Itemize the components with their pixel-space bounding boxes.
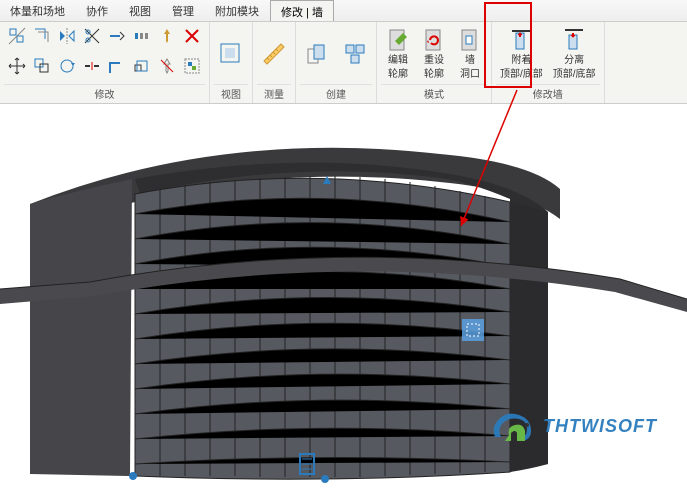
panel-measure: 测量 bbox=[253, 22, 296, 103]
trim-icon[interactable] bbox=[81, 25, 103, 47]
create-similar-button[interactable] bbox=[300, 39, 334, 69]
edit-profile-button[interactable]: 编辑 轮廓 bbox=[381, 25, 415, 83]
rotate-icon[interactable] bbox=[56, 55, 78, 77]
view-button[interactable] bbox=[214, 39, 248, 69]
reset-profile-button[interactable]: 重设 轮廓 bbox=[417, 25, 451, 83]
wall-opening-label1: 墙 bbox=[465, 55, 475, 67]
attach-label2: 顶部/底部 bbox=[500, 69, 543, 81]
detach-label2: 顶部/底部 bbox=[553, 69, 596, 81]
align-icon[interactable] bbox=[6, 25, 28, 47]
tab-addins[interactable]: 附加模块 bbox=[205, 0, 270, 21]
panel-create: 创建 bbox=[296, 22, 377, 103]
move-icon[interactable] bbox=[6, 55, 28, 77]
wall-opening-button[interactable]: 墙 洞口 bbox=[453, 25, 487, 83]
panel-modify: 修改 bbox=[0, 22, 210, 103]
group-icon[interactable] bbox=[181, 55, 203, 77]
unpin-icon[interactable] bbox=[156, 55, 178, 77]
edit-profile-label2: 轮廓 bbox=[388, 69, 408, 81]
reset-profile-label2: 轮廓 bbox=[424, 69, 444, 81]
panel-label-mode: 模式 bbox=[381, 84, 487, 103]
viewport-3d[interactable]: THTWISOFT bbox=[0, 104, 687, 500]
delete-icon[interactable] bbox=[181, 25, 203, 47]
attach-label1: 附着 bbox=[511, 55, 531, 67]
offset-icon[interactable] bbox=[31, 25, 53, 47]
tab-modify-wall[interactable]: 修改 | 墙 bbox=[270, 0, 334, 21]
pin-icon[interactable] bbox=[156, 25, 178, 47]
wall-opening-label2: 洞口 bbox=[460, 69, 480, 81]
copy-icon[interactable] bbox=[31, 55, 53, 77]
panel-mode: 编辑 轮廓 重设 轮廓 墙 洞口 模式 bbox=[377, 22, 492, 103]
tab-view[interactable]: 视图 bbox=[119, 0, 162, 21]
tab-collaborate[interactable]: 协作 bbox=[76, 0, 119, 21]
scale-icon[interactable] bbox=[131, 55, 153, 77]
edit-profile-label1: 编辑 bbox=[388, 55, 408, 67]
split-icon[interactable] bbox=[81, 55, 103, 77]
extend-icon[interactable] bbox=[106, 25, 128, 47]
attach-top-base-button[interactable]: 附着 顶部/底部 bbox=[496, 25, 547, 83]
measure-button[interactable] bbox=[257, 39, 291, 69]
mirror-icon[interactable] bbox=[56, 25, 78, 47]
tab-manage[interactable]: 管理 bbox=[162, 0, 205, 21]
panel-label-create: 创建 bbox=[300, 84, 372, 103]
panel-label-modify: 修改 bbox=[4, 84, 205, 103]
panel-modify-wall: 附着 顶部/底部 分离 顶部/底部 修改墙 bbox=[492, 22, 605, 103]
tab-massing-site[interactable]: 体量和场地 bbox=[0, 0, 76, 21]
create-assembly-button[interactable] bbox=[338, 39, 372, 69]
corner-icon[interactable] bbox=[106, 55, 128, 77]
panel-label-measure: 测量 bbox=[257, 84, 291, 103]
ribbon-tabs: 体量和场地 协作 视图 管理 附加模块 修改 | 墙 bbox=[0, 0, 687, 22]
panel-label-wallmod: 修改墙 bbox=[496, 84, 600, 103]
watermark-logo-icon bbox=[489, 407, 537, 445]
array-icon[interactable] bbox=[131, 25, 153, 47]
ribbon: 修改 视图 测量 创建 bbox=[0, 22, 687, 104]
panel-view: 视图 bbox=[210, 22, 253, 103]
detach-top-base-button[interactable]: 分离 顶部/底部 bbox=[549, 25, 600, 83]
detach-label1: 分离 bbox=[564, 55, 584, 67]
reset-profile-label1: 重设 bbox=[424, 55, 444, 67]
watermark: THTWISOFT bbox=[489, 407, 657, 445]
watermark-text: THTWISOFT bbox=[543, 416, 657, 437]
panel-label-view: 视图 bbox=[214, 84, 248, 103]
